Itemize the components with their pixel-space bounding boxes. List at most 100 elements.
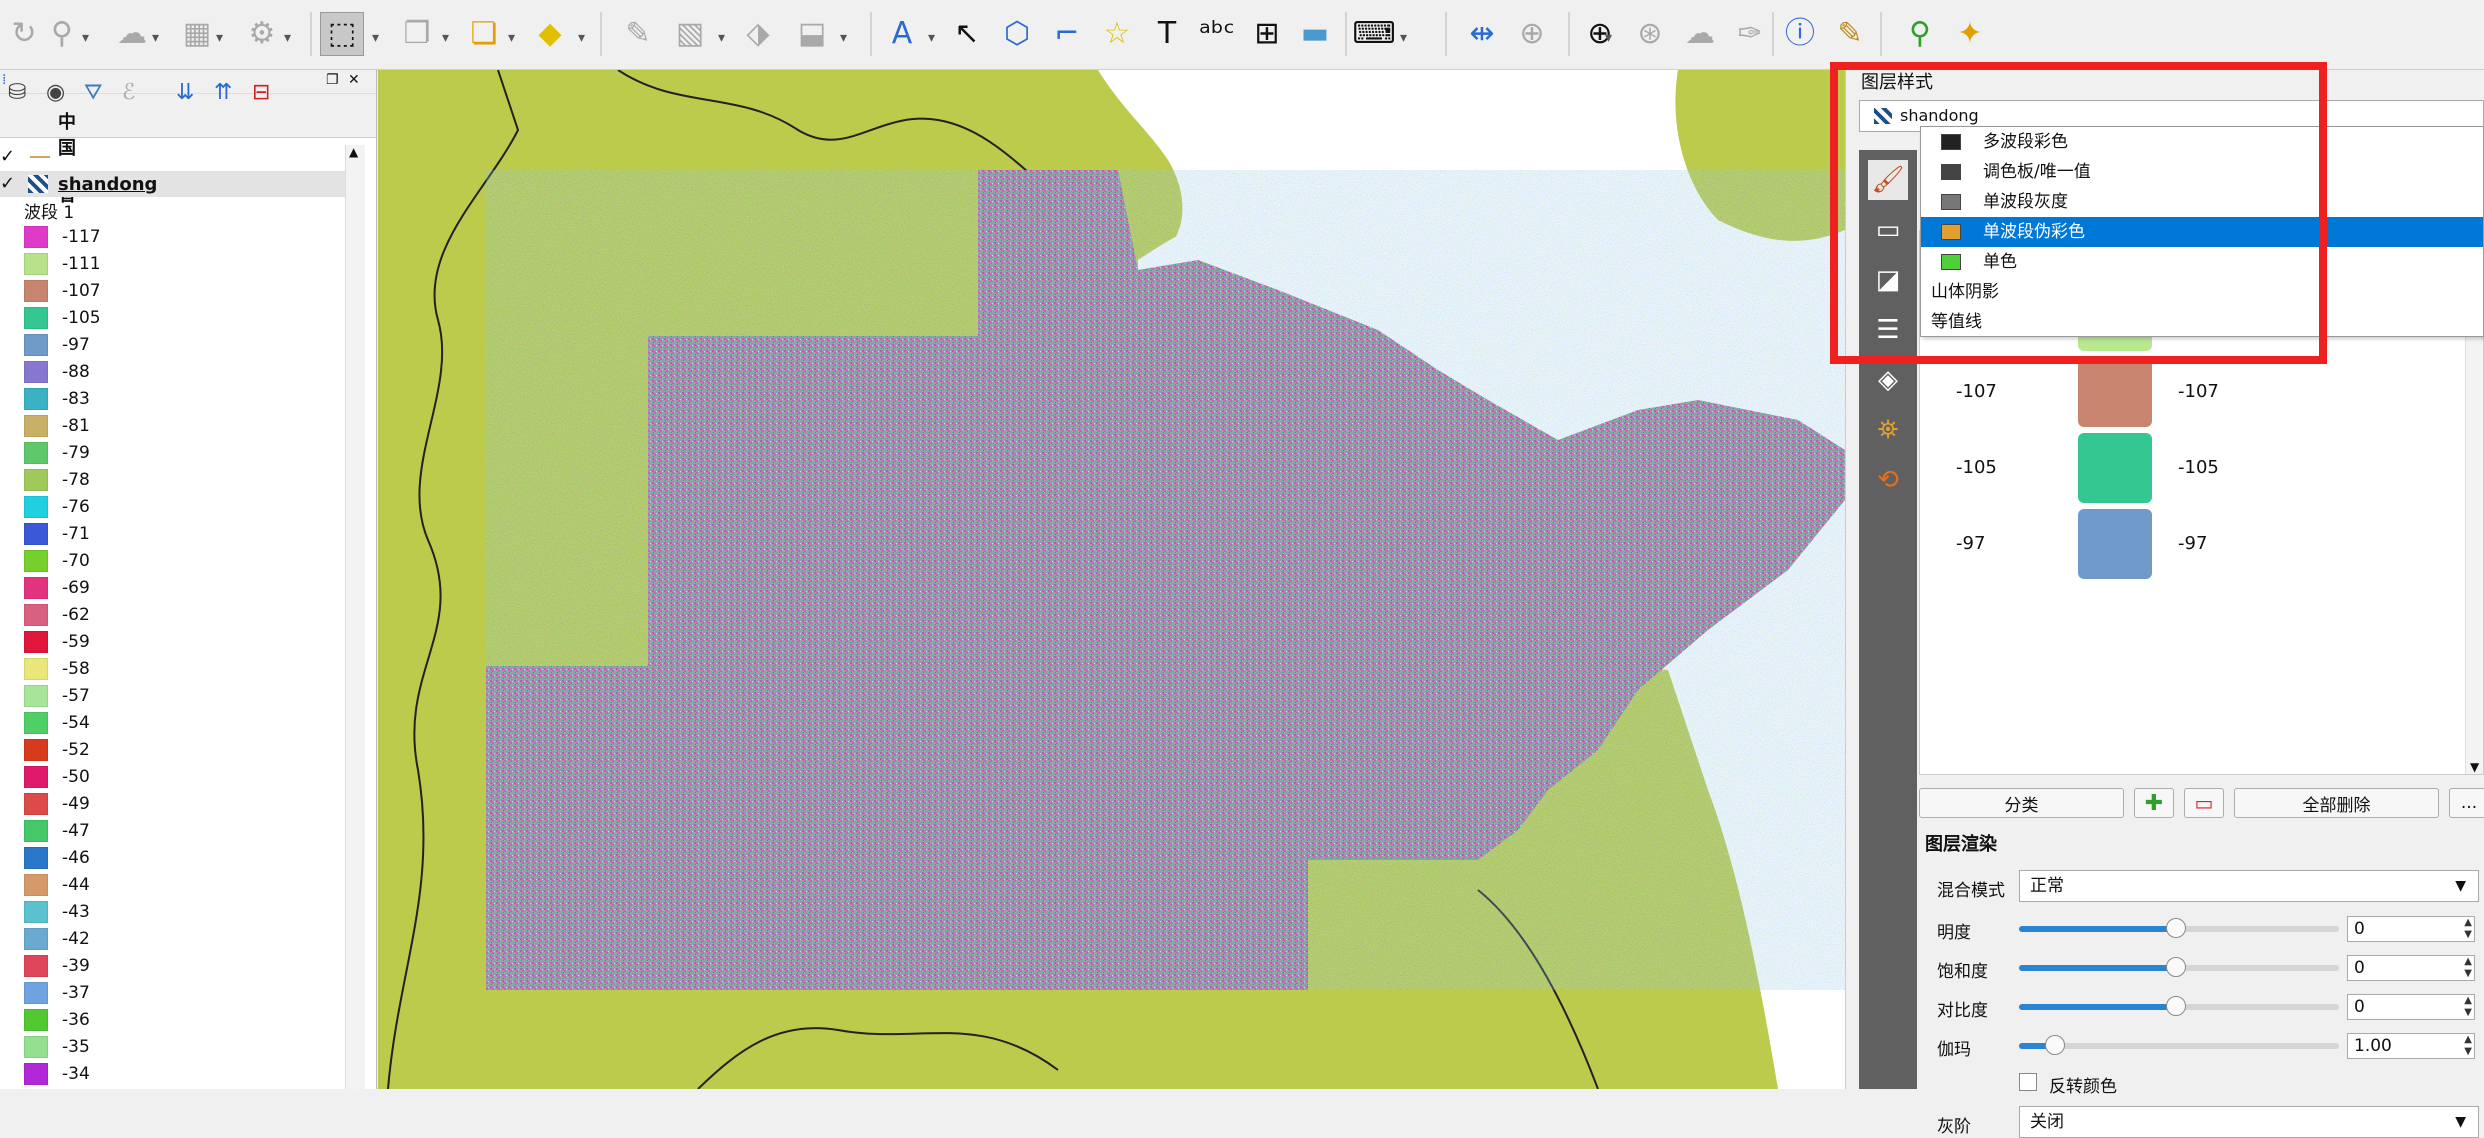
html-annotation-icon[interactable]: ⌨ [1352, 12, 1396, 56]
render-type-option[interactable]: 山体阴影 [1921, 277, 2483, 307]
dock-splitter[interactable] [1845, 70, 1859, 1089]
slider-handle[interactable] [2045, 1035, 2065, 1055]
class-label[interactable]: -105 [2178, 457, 2219, 478]
collapse-all-icon[interactable]: ⇈ [214, 80, 232, 105]
layer-checkbox[interactable]: ✓ [0, 174, 15, 194]
add-class-button[interactable]: ✚ [2134, 788, 2174, 818]
legend-label: -76 [62, 496, 90, 517]
layer-checkbox[interactable]: ✓ [0, 147, 15, 167]
select-tool-icon[interactable]: ⬚ [320, 12, 364, 56]
render-type-option[interactable]: 调色板/唯一值 [1921, 157, 2483, 187]
label-icon[interactable]: A [880, 12, 924, 56]
slider-handle[interactable] [2166, 918, 2186, 938]
zoom-icon[interactable]: ⚲ [40, 12, 84, 56]
render-type-option[interactable]: 等值线 [1921, 307, 2483, 337]
digitize-icon[interactable]: ⊛ [1628, 12, 1672, 56]
layer-item-shandong[interactable]: ✓ shandong [0, 171, 345, 197]
class-color-swatch[interactable] [2078, 509, 2152, 579]
expand-all-icon[interactable]: ⇊ [176, 80, 194, 105]
line-icon[interactable]: ⌐ [1045, 12, 1089, 56]
style-manager-icon[interactable]: ⛁ [8, 80, 26, 105]
star-icon[interactable]: ☆ [1095, 12, 1139, 56]
brightness-slider[interactable] [2019, 918, 2339, 938]
pointer-icon[interactable]: ↖ [945, 12, 989, 56]
blend-mode-select[interactable]: 正常 ▼ [2019, 870, 2479, 902]
contrast-slider[interactable] [2019, 996, 2339, 1016]
saturation-slider[interactable] [2019, 957, 2339, 977]
contrast-spinbox[interactable]: 0 ▲ ▼ [2347, 994, 2475, 1020]
history-tab-icon[interactable]: ⟲ [1868, 460, 1908, 500]
map-canvas[interactable] [378, 70, 1845, 1089]
annotation-icon[interactable]: ᵃᵇᶜ [1195, 12, 1239, 56]
expression-icon[interactable]: ℰ [122, 80, 135, 105]
legend-swatch [24, 495, 48, 518]
gear-icon[interactable]: ⚙ [240, 12, 284, 56]
class-row[interactable]: -97 -97 [1920, 505, 2465, 581]
float-icon[interactable]: ❐ [326, 72, 339, 88]
invert-colors-checkbox[interactable] [2019, 1073, 2037, 1091]
histogram-tab-icon[interactable]: ▭ [1868, 210, 1908, 250]
remove-layer-icon[interactable]: ⊟ [252, 80, 270, 105]
legend-label: -111 [62, 253, 101, 274]
layers-scrollbar[interactable]: ▲ [345, 145, 365, 1089]
gamma-value: 1.00 [2354, 1036, 2392, 1056]
slider-handle[interactable] [2166, 957, 2186, 977]
move-icon[interactable]: ⬗ [736, 12, 780, 56]
class-row[interactable]: -107 -107 [1920, 353, 2465, 429]
brightness-spinbox[interactable]: 0 ▲ ▼ [2347, 916, 2475, 942]
gamma-spinbox[interactable]: 1.00 ▲ ▼ [2347, 1033, 2475, 1059]
symbology-tab-icon[interactable]: 🖌 [1868, 160, 1908, 200]
legend-item: -57 [24, 682, 90, 709]
rotate-icon[interactable]: ⬓ [790, 12, 834, 56]
class-value[interactable]: -107 [1956, 381, 1997, 402]
filter-legend-icon[interactable]: ⛛ [84, 80, 102, 105]
layer-add-icon[interactable]: ▦ [175, 12, 219, 56]
layers-stack-icon[interactable]: ❐ [395, 12, 439, 56]
slider-handle[interactable] [2166, 996, 2186, 1016]
shape-icon[interactable]: ▧ [668, 12, 712, 56]
textbox-icon[interactable]: ⊞ [1245, 12, 1289, 56]
paint-icon[interactable]: ✦ [1948, 12, 1992, 56]
crosshair-icon[interactable]: ⊕ [1510, 12, 1554, 56]
saturation-spinbox[interactable]: 0 ▲ ▼ [2347, 955, 2475, 981]
grayscale-select[interactable]: 关闭 ▼ [2019, 1106, 2479, 1138]
render-type-option[interactable]: 单波段灰度 [1921, 187, 2483, 217]
identify-icon[interactable]: ⓘ [1778, 12, 1822, 56]
text-icon[interactable]: T [1145, 12, 1189, 56]
gamma-slider[interactable] [2019, 1035, 2339, 1055]
class-color-swatch[interactable] [2078, 357, 2152, 427]
settings-wrench-icon[interactable]: ✎ [1828, 12, 1872, 56]
filter-icon[interactable]: ◆ [528, 12, 572, 56]
more-button[interactable]: ... [2449, 788, 2484, 818]
render-type-option[interactable]: 单色 [1921, 247, 2483, 277]
render-type-option[interactable]: 单波段伪彩色 [1921, 217, 2483, 247]
rendering-tab-icon[interactable]: ⛯ [1868, 410, 1908, 450]
image-icon[interactable]: ▬ [1293, 12, 1337, 56]
pan-icon[interactable]: ☁ [110, 12, 154, 56]
class-value[interactable]: -105 [1956, 457, 1997, 478]
render-type-dropdown[interactable]: 多波段彩色 调色板/唯一值 单波段灰度 单波段伪彩色 单色 山体阴影 等值线 [1920, 126, 2484, 337]
deselect-icon[interactable]: ❏ [462, 12, 506, 56]
class-color-swatch[interactable] [2078, 433, 2152, 503]
search-icon[interactable]: ⚲ [1898, 12, 1942, 56]
delete-all-button[interactable]: 全部删除 [2234, 788, 2439, 818]
close-icon[interactable]: ✕ [348, 72, 360, 88]
render-type-icon [1941, 194, 1961, 210]
class-row[interactable]: -105 -105 [1920, 429, 2465, 505]
class-label[interactable]: -97 [2178, 533, 2207, 554]
tracing-icon[interactable]: ✑ [1728, 12, 1772, 56]
class-value[interactable]: -97 [1956, 533, 1985, 554]
pyramids-tab-icon[interactable]: ◈ [1868, 360, 1908, 400]
georef-icon[interactable]: ⊕ [1578, 12, 1622, 56]
classify-button[interactable]: 分类 [1919, 788, 2124, 818]
transparency-tab-icon[interactable]: ◪ [1868, 260, 1908, 300]
render-type-option[interactable]: 多波段彩色 [1921, 127, 2483, 157]
node-tool-icon[interactable]: ✎ [616, 12, 660, 56]
remove-class-button[interactable]: ▭ [2184, 788, 2224, 818]
metadata-tab-icon[interactable]: ☰ [1868, 310, 1908, 350]
eye-icon[interactable]: ◉ [46, 80, 65, 105]
class-label[interactable]: -107 [2178, 381, 2219, 402]
measure-icon[interactable]: ⇹ [1460, 12, 1504, 56]
polygon-icon[interactable]: ⬡ [995, 12, 1039, 56]
cloud-icon[interactable]: ☁ [1678, 12, 1722, 56]
